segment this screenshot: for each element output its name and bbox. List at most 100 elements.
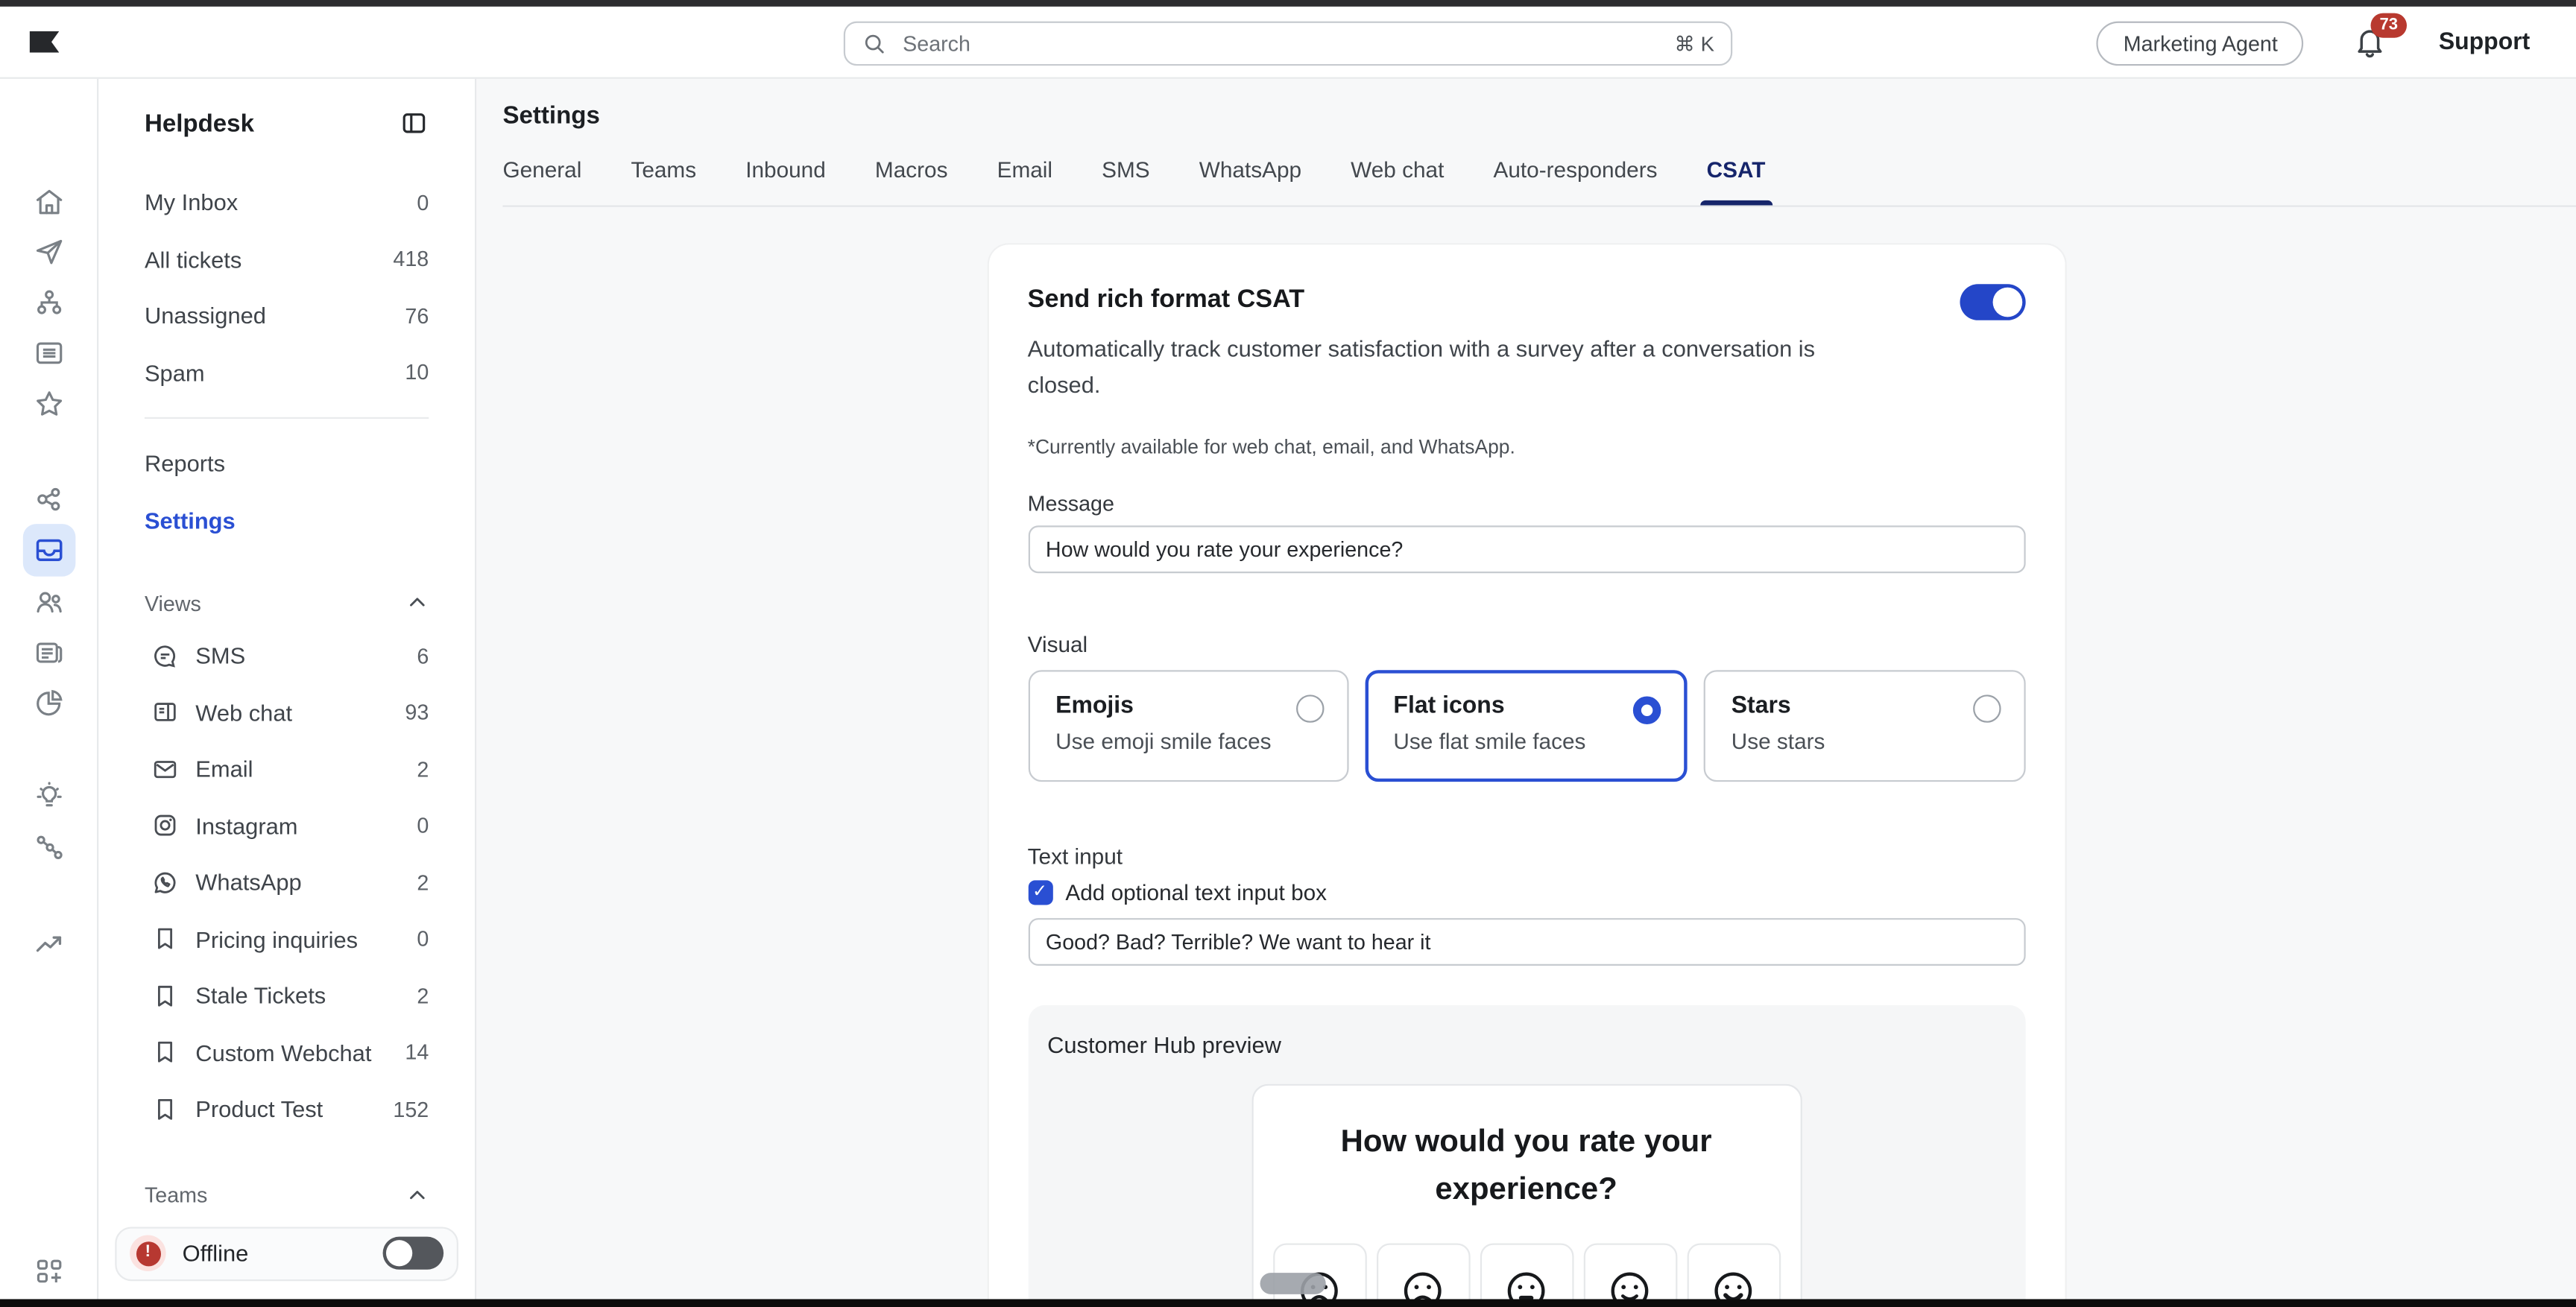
tab-csat[interactable]: CSAT [1707,158,1766,206]
rating-very-happy[interactable] [1687,1244,1781,1307]
search-input[interactable] [900,30,1675,57]
workflow-icon[interactable] [22,821,75,874]
chevron-up-icon[interactable] [405,591,429,614]
item-label: My Inbox [145,189,238,215]
sidebar-item-spam[interactable]: Spam 10 [145,344,429,401]
csat-settings-card: Send rich format CSAT Automatically trac… [988,244,2065,1307]
item-label: All tickets [145,246,242,272]
global-search[interactable]: ⌘ K [844,22,1732,66]
tab-macros[interactable]: Macros [875,158,948,206]
option-subtitle: Use stars [1731,730,1997,754]
rating-happy[interactable] [1583,1244,1677,1307]
text-input-label: Text input [1028,844,2025,869]
main-content: Settings General Teams Inbound Macros Em… [476,79,2576,1307]
org-chart-icon[interactable] [22,276,75,329]
icon-rail: K [0,79,98,1307]
news-icon[interactable] [22,626,75,679]
view-label: WhatsApp [195,870,417,896]
views-header: Views [145,590,201,615]
visual-option-stars[interactable]: Stars Use stars [1703,670,2024,782]
scrollbar-thumb[interactable] [1259,1273,1325,1294]
sidebar-item-reports[interactable]: Reports [145,435,429,492]
tab-inbound[interactable]: Inbound [745,158,826,206]
view-label: Email [195,756,417,782]
pie-chart-icon[interactable] [22,677,75,730]
apps-add-icon[interactable] [22,1245,75,1298]
view-item-pricing-inquiries[interactable]: Pricing inquiries 0 [145,911,429,967]
sms-bubble-icon [151,642,179,669]
lightbulb-icon[interactable] [22,770,75,823]
home-icon[interactable] [22,176,75,229]
radio-flat-icons[interactable] [1632,697,1660,724]
contacts-icon[interactable] [22,575,75,627]
top-bar: ⌘ K Marketing Agent 73 Support [0,7,2576,79]
rating-neutral[interactable] [1480,1244,1573,1307]
share-nodes-icon[interactable] [22,473,75,526]
collapse-sidebar-icon[interactable] [400,108,429,138]
tab-teams[interactable]: Teams [631,158,696,206]
view-item-web-chat[interactable]: Web chat 93 [145,684,429,741]
optional-text-checkbox[interactable]: ✓ [1028,880,1052,905]
view-count: 6 [417,643,429,668]
tab-email[interactable]: Email [997,158,1052,206]
sidebar-item-unassigned[interactable]: Unassigned 76 [145,288,429,344]
star-icon[interactable] [22,378,75,431]
item-count: 76 [405,303,429,328]
view-item-instagram[interactable]: Instagram 0 [145,797,429,854]
card-title: Send rich format CSAT [1028,284,1304,317]
item-count: 418 [393,247,429,271]
bookmark-icon [151,1095,179,1123]
tab-sms[interactable]: SMS [1102,158,1150,206]
view-count: 2 [417,984,429,1008]
visual-option-emojis[interactable]: Emojis Use emoji smile faces [1028,670,1349,782]
chevron-up-icon[interactable] [405,1183,429,1206]
view-item-custom-webchat[interactable]: Custom Webchat 14 [145,1024,429,1080]
view-item-email[interactable]: Email 2 [145,741,429,797]
instagram-icon [151,811,179,839]
preview-label: Customer Hub preview [1047,1031,2005,1057]
sidebar-item-settings[interactable]: Settings [145,492,429,548]
send-icon[interactable] [22,225,75,278]
message-label: Message [1028,491,2025,516]
rating-sad[interactable] [1376,1244,1470,1307]
view-item-whatsapp[interactable]: WhatsApp 2 [145,854,429,911]
optional-text-input[interactable] [1028,918,2025,966]
option-title: Stars [1731,693,1997,719]
front-logo-icon[interactable] [30,31,60,53]
customer-hub-preview: Customer Hub preview How would you rate … [1028,1005,2025,1307]
notifications-button[interactable]: 73 [2353,25,2389,60]
window-bottom-edge [0,1299,2576,1307]
availability-toggle[interactable] [383,1237,444,1270]
search-shortcut: ⌘ K [1674,31,1714,56]
option-title: Emojis [1055,693,1321,719]
item-label: Unassigned [145,303,266,329]
message-input[interactable] [1028,525,2025,573]
trending-up-icon[interactable] [22,918,75,971]
view-label: Pricing inquiries [195,926,417,952]
survey-question: How would you rate your experience? [1321,1118,1731,1214]
offline-label: Offline [183,1240,383,1266]
option-subtitle: Use flat smile faces [1393,730,1658,754]
tab-general[interactable]: General [502,158,581,206]
radio-stars[interactable] [1972,694,2000,722]
webchat-panel-icon [151,698,179,726]
rating-very-sad[interactable] [1272,1244,1366,1307]
view-count: 93 [405,700,429,724]
support-link[interactable]: Support [2439,30,2530,56]
sidebar-item-my-inbox[interactable]: My Inbox 0 [145,174,429,231]
view-item-sms[interactable]: SMS 6 [145,627,429,684]
tab-auto-responders[interactable]: Auto-responders [1493,158,1657,206]
tab-web-chat[interactable]: Web chat [1351,158,1444,206]
view-label: Web chat [195,699,405,725]
tab-whatsapp[interactable]: WhatsApp [1199,158,1301,206]
inbox-icon[interactable] [22,524,75,577]
view-label: Instagram [195,812,417,838]
visual-option-flat-icons[interactable]: Flat icons Use flat smile faces [1366,670,1687,782]
agent-pill-button[interactable]: Marketing Agent [2097,21,2304,66]
view-label: Stale Tickets [195,983,417,1009]
csat-enabled-toggle[interactable] [1959,284,2024,320]
view-item-stale-tickets[interactable]: Stale Tickets 2 [145,967,429,1024]
sidebar-item-all-tickets[interactable]: All tickets 418 [145,231,429,288]
card-list-icon[interactable] [22,327,75,380]
view-item-product-test[interactable]: Product Test 152 [145,1080,429,1137]
